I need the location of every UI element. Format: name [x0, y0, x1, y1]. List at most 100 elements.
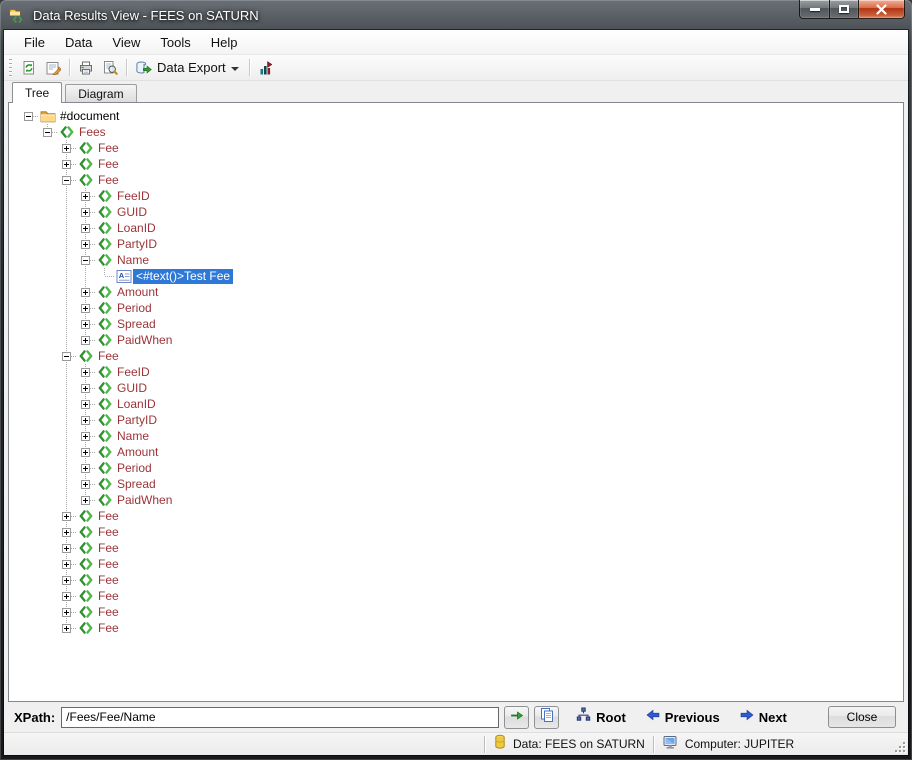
- print-preview-button[interactable]: [98, 57, 122, 79]
- maximize-button[interactable]: [830, 0, 858, 19]
- tree-expand-icon[interactable]: [81, 448, 90, 457]
- tree-expand-icon[interactable]: [81, 368, 90, 377]
- tree-expand-icon[interactable]: [62, 560, 71, 569]
- tree-expand-icon[interactable]: [62, 528, 71, 537]
- xpath-input[interactable]: [61, 707, 499, 728]
- properties-button[interactable]: [41, 57, 65, 79]
- text-node-icon: A: [114, 268, 133, 284]
- data-export-button[interactable]: Data Export: [131, 57, 245, 79]
- tree-expand-icon[interactable]: [81, 192, 90, 201]
- tree-expand-icon[interactable]: [81, 464, 90, 473]
- tree-node-fee[interactable]: Fee: [19, 156, 903, 172]
- tree-node-fee[interactable]: Fee: [19, 604, 903, 620]
- tree-expand-icon[interactable]: [81, 240, 90, 249]
- menu-tools[interactable]: Tools: [150, 32, 200, 53]
- tree-indent-guide: [19, 444, 38, 460]
- tree-node-guid[interactable]: GUID: [19, 380, 903, 396]
- tree-node-text[interactable]: A<#text()>Test Fee: [19, 268, 903, 284]
- tree-node-amount[interactable]: Amount: [19, 444, 903, 460]
- tree-node-partyid[interactable]: PartyID: [19, 236, 903, 252]
- tree-node-fee[interactable]: Fee: [19, 172, 903, 188]
- close-window-button[interactable]: [858, 0, 905, 19]
- tree-node-spread[interactable]: Spread: [19, 316, 903, 332]
- tree-node-label: Name: [114, 253, 152, 268]
- close-button[interactable]: Close: [828, 706, 896, 728]
- tree-node-fee[interactable]: Fee: [19, 140, 903, 156]
- tree-node-fee[interactable]: Fee: [19, 620, 903, 636]
- tree-expand-icon[interactable]: [62, 576, 71, 585]
- tree-node-feeid[interactable]: FeeID: [19, 364, 903, 380]
- tree-expand-icon[interactable]: [62, 512, 71, 521]
- tree-node-name[interactable]: Name: [19, 428, 903, 444]
- tree-node-spread[interactable]: Spread: [19, 476, 903, 492]
- tree-expand-icon[interactable]: [81, 496, 90, 505]
- tree-node-loanid[interactable]: LoanID: [19, 220, 903, 236]
- tree-expand-icon[interactable]: [81, 288, 90, 297]
- tree-expand-icon[interactable]: [62, 608, 71, 617]
- tree-collapse-icon[interactable]: [62, 176, 71, 185]
- xpath-copy-button[interactable]: [534, 706, 559, 729]
- tree-node-paidwhen[interactable]: PaidWhen: [19, 332, 903, 348]
- tree-expand-icon[interactable]: [81, 400, 90, 409]
- tree-node-feeid[interactable]: FeeID: [19, 188, 903, 204]
- print-button[interactable]: [74, 57, 98, 79]
- tree-node-loanid[interactable]: LoanID: [19, 396, 903, 412]
- tree-expand-icon[interactable]: [81, 432, 90, 441]
- tree-indent-guide: [19, 396, 38, 412]
- tree-expand-icon[interactable]: [62, 160, 71, 169]
- tree-expand-icon[interactable]: [81, 320, 90, 329]
- tree-node-fee[interactable]: Fee: [19, 556, 903, 572]
- tree-node-document[interactable]: #document: [19, 108, 903, 124]
- previous-button[interactable]: Previous: [642, 706, 723, 729]
- menu-help[interactable]: Help: [201, 32, 248, 53]
- tree-expand-icon[interactable]: [62, 144, 71, 153]
- tree-expand-icon[interactable]: [81, 480, 90, 489]
- tree-node-fee[interactable]: Fee: [19, 348, 903, 364]
- tree-expand-icon[interactable]: [81, 416, 90, 425]
- tree-node-fee[interactable]: Fee: [19, 540, 903, 556]
- menu-data[interactable]: Data: [55, 32, 102, 53]
- tree-node-fee[interactable]: Fee: [19, 572, 903, 588]
- tree-node-fee[interactable]: Fee: [19, 524, 903, 540]
- tree-expand-icon[interactable]: [81, 208, 90, 217]
- tree-expand-icon[interactable]: [81, 336, 90, 345]
- tree-indent-guide: [19, 140, 38, 156]
- menu-view[interactable]: View: [102, 32, 150, 53]
- tree-node-name[interactable]: Name: [19, 252, 903, 268]
- tree-collapse-icon[interactable]: [43, 128, 52, 137]
- root-icon: [575, 707, 592, 727]
- tree-expand-icon[interactable]: [81, 384, 90, 393]
- tree-node-paidwhen[interactable]: PaidWhen: [19, 492, 903, 508]
- tree-node-partyid[interactable]: PartyID: [19, 412, 903, 428]
- diagram-tool-button[interactable]: [254, 57, 278, 79]
- tab-diagram[interactable]: Diagram: [65, 84, 136, 102]
- tree-connector: [76, 204, 95, 220]
- tree-node-fee[interactable]: Fee: [19, 588, 903, 604]
- tree-indent-guide: [19, 156, 38, 172]
- toolbar-grip[interactable]: [9, 59, 12, 77]
- tree-node-fees[interactable]: Fees: [19, 124, 903, 140]
- root-button[interactable]: Root: [572, 705, 629, 729]
- refresh-button[interactable]: [17, 57, 41, 79]
- tree-node-period[interactable]: Period: [19, 300, 903, 316]
- tree-expand-icon[interactable]: [81, 304, 90, 313]
- tree-connector: [76, 412, 95, 428]
- tree-collapse-icon[interactable]: [81, 256, 90, 265]
- tree-node-period[interactable]: Period: [19, 460, 903, 476]
- tree-node-fee[interactable]: Fee: [19, 508, 903, 524]
- element-icon: [95, 428, 114, 444]
- tree-expand-icon[interactable]: [62, 544, 71, 553]
- tree-expand-icon[interactable]: [62, 624, 71, 633]
- tab-tree[interactable]: Tree: [12, 82, 62, 103]
- tree-expand-icon[interactable]: [81, 224, 90, 233]
- tree-node-amount[interactable]: Amount: [19, 284, 903, 300]
- minimize-button[interactable]: [799, 0, 830, 19]
- resize-grip[interactable]: [892, 739, 906, 753]
- tree-node-guid[interactable]: GUID: [19, 204, 903, 220]
- tree-collapse-icon[interactable]: [24, 112, 33, 121]
- xpath-go-button[interactable]: [504, 706, 529, 729]
- tree-expand-icon[interactable]: [62, 592, 71, 601]
- menu-file[interactable]: File: [14, 32, 55, 53]
- tree-collapse-icon[interactable]: [62, 352, 71, 361]
- next-button[interactable]: Next: [736, 706, 790, 729]
